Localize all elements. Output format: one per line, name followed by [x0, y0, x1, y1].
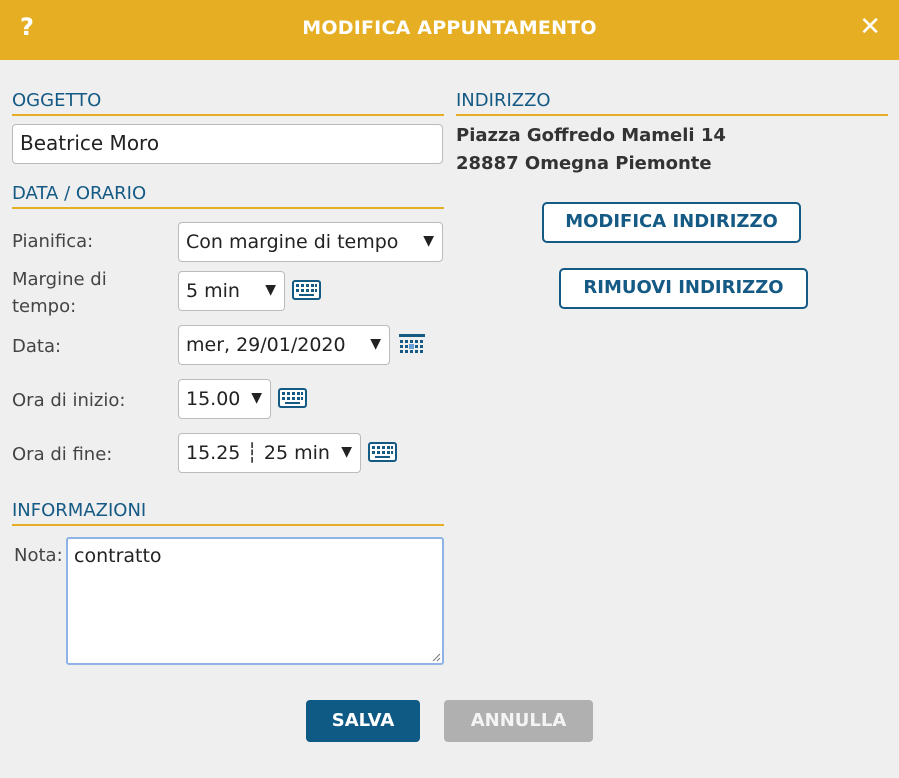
oggetto-input[interactable]: Beatrice Moro [12, 124, 443, 164]
chevron-down-icon: ▼ [341, 444, 352, 460]
margine-select[interactable]: 5 min ▼ [178, 271, 285, 311]
modifica-indirizzo-button[interactable]: MODIFICA INDIRIZZO [542, 202, 801, 243]
ora-inizio-value: 15.00 [186, 388, 241, 410]
chevron-down-icon: ▼ [265, 282, 276, 298]
ora-inizio-label: Ora di inizio: [12, 390, 126, 411]
nota-value: contratto [74, 545, 162, 567]
margine-value: 5 min [186, 280, 240, 302]
calendar-icon[interactable] [399, 334, 425, 354]
cancel-button[interactable]: ANNULLA [444, 700, 593, 742]
data-select[interactable]: mer, 29/01/2020 ▼ [178, 325, 390, 365]
data-label: Data: [12, 336, 62, 357]
address-line1: Piazza Goffredo Mameli 14 [456, 125, 726, 146]
keyboard-icon[interactable] [368, 442, 397, 462]
nota-textarea[interactable]: contratto [66, 537, 444, 665]
pianifica-value: Con margine di tempo [186, 231, 399, 253]
keyboard-icon[interactable] [292, 280, 321, 300]
rimuovi-indirizzo-button[interactable]: RIMUOVI INDIRIZZO [559, 268, 808, 309]
chevron-down-icon: ▼ [370, 336, 381, 352]
section-heading-informazioni: INFORMAZIONI [12, 500, 444, 526]
ora-fine-value: 15.25 ┆ 25 min [186, 442, 330, 464]
dialog-titlebar: ? MODIFICA APPUNTAMENTO ✕ [0, 0, 899, 60]
resize-grip-icon[interactable] [431, 652, 441, 662]
pianifica-label: Pianifica: [12, 231, 94, 252]
margine-label-line2: tempo: [12, 296, 77, 317]
ora-fine-label: Ora di fine: [12, 444, 113, 465]
ora-fine-select[interactable]: 15.25 ┆ 25 min ▼ [178, 433, 361, 473]
nota-label: Nota: [14, 545, 63, 566]
keyboard-icon[interactable] [278, 388, 307, 408]
chevron-down-icon: ▼ [251, 390, 262, 406]
data-value: mer, 29/01/2020 [186, 334, 346, 356]
chevron-down-icon: ▼ [423, 233, 434, 249]
address-line2: 28887 Omegna Piemonte [456, 153, 712, 174]
section-heading-data-orario: DATA / ORARIO [12, 183, 444, 209]
pianifica-select[interactable]: Con margine di tempo ▼ [178, 222, 443, 262]
close-icon[interactable]: ✕ [859, 12, 881, 42]
section-heading-indirizzo: INDIRIZZO [456, 90, 888, 116]
save-button[interactable]: SALVA [306, 700, 420, 742]
ora-inizio-select[interactable]: 15.00 ▼ [178, 379, 271, 419]
margine-label-line1: Margine di [12, 269, 107, 290]
section-heading-oggetto: OGGETTO [12, 90, 444, 116]
dialog-title: MODIFICA APPUNTAMENTO [302, 17, 597, 39]
